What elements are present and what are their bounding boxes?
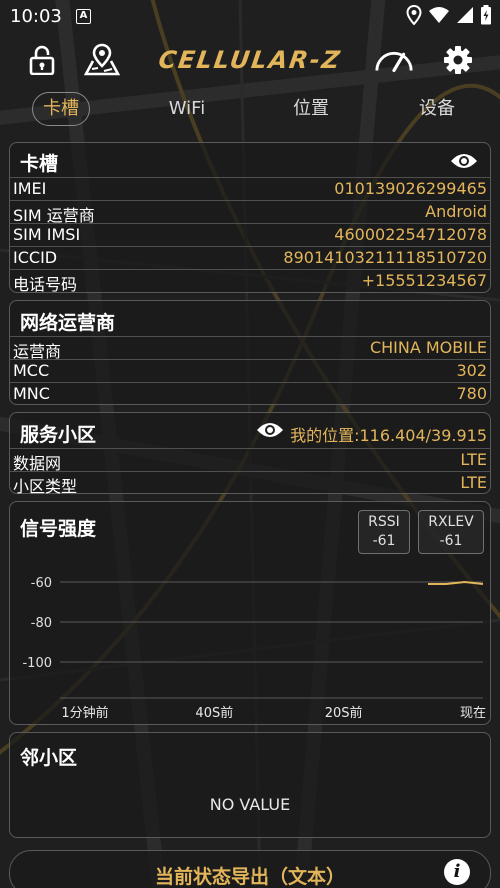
neighbor-cell-card: 邻小区 NO VALUE (9, 732, 491, 838)
row-value: 010139026299465 (334, 179, 487, 198)
info-row: 电话号码 +15551234567 (10, 269, 490, 294)
speed-test-button[interactable] (374, 40, 414, 80)
location-icon (406, 5, 422, 25)
status-time: 10:03 (10, 6, 62, 27)
row-value: 302 (456, 361, 487, 380)
map-button[interactable] (82, 40, 122, 80)
status-icons (406, 5, 492, 25)
signal-chart: -60 -80 -100 1分钟前 40S前 20S前 现在 (22, 576, 486, 721)
info-row: 小区类型 LTE (10, 471, 490, 496)
y-tick-label: -100 (22, 656, 52, 671)
eye-icon[interactable] (256, 421, 284, 439)
my-location-text: 我的位置:116.404/39.915 (290, 426, 487, 445)
y-tick-label: -80 (31, 616, 52, 631)
row-key: MNC (13, 384, 50, 403)
signal-strength-card: 信号强度 RSSI -61 RXLEV -61 -60 -80 -100 1分钟前 40… (9, 501, 491, 725)
sim-card: 卡槽 IMEI 010139026299465 SIM 运营商 Android … (9, 142, 491, 294)
lock-button[interactable] (22, 40, 62, 80)
x-tick-label: 现在 (460, 706, 486, 721)
info-row: MNC 780 (10, 382, 490, 405)
row-value: LTE (460, 473, 487, 492)
row-value: 460002254712078 (334, 225, 487, 244)
tab-device[interactable]: 设备 (412, 92, 462, 126)
row-key: 电话号码 (13, 275, 78, 294)
tab-location[interactable]: 位置 (286, 92, 336, 126)
network-operator-card: 网络运营商 运营商 CHINA MOBILE MCC 302 MNC 780 (9, 300, 491, 405)
app-notification-icon: A (76, 9, 91, 24)
app-logo: CELLULAR-Z (156, 46, 344, 74)
row-value: Android (425, 202, 487, 221)
gear-icon (444, 46, 472, 74)
info-row: 运营商 CHINA MOBILE (10, 336, 490, 361)
row-key: 小区类型 (13, 477, 78, 496)
info-row: MCC 302 (10, 359, 490, 382)
row-key: ICCID (13, 248, 58, 267)
row-value: 780 (456, 384, 487, 403)
export-text-button[interactable]: 当前状态导出（文本） i (9, 850, 491, 888)
top-toolbar: CELLULAR-Z (0, 40, 500, 84)
info-row: ICCID 89014103211118510720 (10, 246, 490, 269)
lock-icon (29, 45, 55, 75)
row-value: LTE (460, 450, 487, 469)
speedometer-icon (375, 51, 413, 73)
y-tick-label: -60 (31, 576, 52, 591)
tab-wifi[interactable]: WiFi (162, 92, 212, 126)
settings-button[interactable] (438, 40, 478, 80)
empty-state-text: NO VALUE (209, 795, 291, 814)
info-row: SIM 运营商 Android (10, 200, 490, 225)
card-title: 服务小区 (20, 424, 97, 446)
info-icon[interactable]: i (444, 859, 470, 885)
serving-cell-card: 服务小区 我的位置:116.404/39.915 数据网 LTE 小区类型 LT… (9, 412, 491, 496)
map-pin-icon (84, 43, 120, 76)
card-title: 邻小区 (20, 747, 78, 769)
x-tick-label: 1分钟前 (61, 705, 108, 721)
row-key: IMEI (13, 179, 47, 198)
tab-bar: 卡槽 WiFi 位置 设备 (0, 92, 500, 128)
row-value: +15551234567 (361, 271, 487, 290)
tab-sim[interactable]: 卡槽 (32, 92, 90, 126)
status-bar: 10:03 A (0, 0, 500, 34)
info-row: IMEI 010139026299465 (10, 177, 490, 200)
eye-icon[interactable] (450, 152, 478, 170)
signal-icon (457, 7, 473, 23)
info-row: SIM IMSI 460002254712078 (10, 223, 490, 246)
x-tick-label: 20S前 (325, 705, 363, 721)
row-value: CHINA MOBILE (369, 338, 487, 357)
card-title: 卡槽 (20, 153, 59, 175)
info-row: 数据网 LTE (10, 448, 490, 473)
wifi-icon (429, 7, 449, 23)
row-key: MCC (13, 361, 50, 380)
export-label: 当前状态导出（文本） (154, 866, 345, 888)
card-title: 网络运营商 (20, 312, 116, 334)
row-key: SIM IMSI (13, 225, 81, 244)
x-tick-label: 40S前 (195, 705, 233, 721)
row-value: 89014103211118510720 (283, 248, 487, 267)
battery-icon (481, 5, 491, 25)
